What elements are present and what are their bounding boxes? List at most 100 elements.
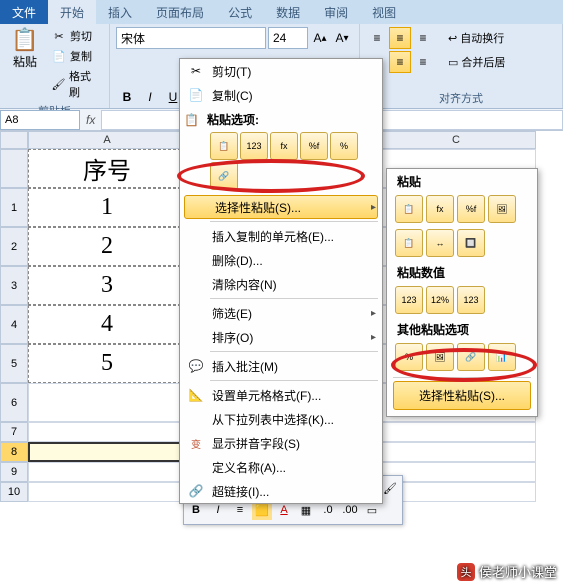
col-header-a[interactable]: A: [28, 131, 186, 149]
chevron-right-icon: ▸: [371, 202, 376, 213]
cell[interactable]: 序号: [28, 149, 186, 188]
cell-selected[interactable]: [28, 442, 186, 462]
cell[interactable]: [28, 482, 186, 502]
row-header[interactable]: 3: [0, 266, 28, 305]
copy-button[interactable]: 📄复制: [48, 47, 103, 65]
copy-icon: 📄: [184, 85, 208, 105]
font-name-select[interactable]: [116, 27, 266, 49]
tab-layout[interactable]: 页面布局: [144, 0, 216, 24]
paste-opt-all[interactable]: 📋: [210, 132, 238, 160]
sub-paste-values-num[interactable]: 12%: [426, 286, 454, 314]
row-header[interactable]: [0, 149, 28, 188]
select-all-corner[interactable]: [0, 131, 28, 149]
tab-data[interactable]: 数据: [264, 0, 312, 24]
row-header[interactable]: 7: [0, 422, 28, 442]
cell[interactable]: [376, 422, 536, 442]
sub-paste-values-src[interactable]: 123: [457, 286, 485, 314]
paste-opt-link[interactable]: 🔗: [210, 162, 238, 190]
cell[interactable]: 2: [28, 227, 186, 266]
sub-paste-formulas[interactable]: fx: [426, 195, 454, 223]
fx-icon[interactable]: fx: [80, 113, 101, 127]
watermark-logo-icon: 头: [457, 563, 475, 581]
tab-file[interactable]: 文件: [0, 0, 48, 24]
copy-icon: 📄: [51, 48, 67, 64]
ctx-pinyin[interactable]: 变显示拼音字段(S): [180, 431, 382, 455]
ctx-format-cells[interactable]: 📐设置单元格格式(F)...: [180, 383, 382, 407]
tab-home[interactable]: 开始: [48, 0, 96, 24]
merge-center-button[interactable]: ▭合并后居: [448, 51, 505, 73]
tab-view[interactable]: 视图: [360, 0, 408, 24]
cell[interactable]: [376, 442, 536, 462]
align-middle-button[interactable]: ≡: [389, 27, 411, 49]
row-header[interactable]: 8: [0, 442, 28, 462]
paste-opt-values[interactable]: 123: [240, 132, 268, 160]
cell[interactable]: [28, 462, 186, 482]
ctx-clear[interactable]: 清除内容(N): [180, 272, 382, 296]
ctx-define-name[interactable]: 定义名称(A)...: [180, 455, 382, 479]
chevron-right-icon: ▸: [371, 332, 376, 343]
row-header[interactable]: 9: [0, 462, 28, 482]
sub-paste-pic[interactable]: 🖼: [426, 343, 454, 371]
sub-paste-noborder[interactable]: 📋: [395, 229, 423, 257]
sub-paste-transpose[interactable]: 🔲: [457, 229, 485, 257]
wrap-icon: ↩: [448, 32, 457, 45]
align-right-button[interactable]: ≡: [412, 51, 434, 73]
tab-insert[interactable]: 插入: [96, 0, 144, 24]
decrease-font-button[interactable]: A▾: [332, 28, 352, 48]
paste-opt-formatting[interactable]: %: [330, 132, 358, 160]
cell[interactable]: 4: [28, 305, 186, 344]
ctx-insert-copied[interactable]: 插入复制的单元格(E)...: [180, 224, 382, 248]
cell[interactable]: 5: [28, 344, 186, 383]
sub-paste-special-item[interactable]: 选择性粘贴(S)...: [393, 381, 531, 410]
ctx-insert-comment[interactable]: 💬插入批注(M): [180, 354, 382, 378]
sub-paste-formulas-fmt[interactable]: %f: [457, 195, 485, 223]
ctx-hyperlink[interactable]: 🔗超链接(I)...: [180, 479, 382, 503]
context-menu: ✂剪切(T) 📄复制(C) 📋粘贴选项: 📋 123 fx %f % 🔗 选择性…: [179, 58, 383, 504]
align-top-button[interactable]: ≡: [366, 27, 388, 49]
col-header-c[interactable]: C: [376, 131, 536, 149]
cell[interactable]: 3: [28, 266, 186, 305]
increase-font-button[interactable]: A▴: [310, 28, 330, 48]
format-icon: 📐: [184, 385, 208, 405]
cell[interactable]: [28, 422, 186, 442]
font-size-select[interactable]: [268, 27, 308, 49]
sub-paste-all[interactable]: 📋: [395, 195, 423, 223]
sub-paste-colwidth[interactable]: ↔: [426, 229, 454, 257]
name-box[interactable]: [0, 110, 80, 130]
row-header[interactable]: 6: [0, 383, 28, 422]
ctx-delete[interactable]: 删除(D)...: [180, 248, 382, 272]
row-header[interactable]: 5: [0, 344, 28, 383]
cell[interactable]: [28, 383, 186, 422]
row-header[interactable]: 2: [0, 227, 28, 266]
sub-paste-values[interactable]: 123: [395, 286, 423, 314]
align-bottom-button[interactable]: ≡: [412, 27, 434, 49]
align-group-label: 对齐方式: [366, 88, 556, 108]
align-center-button[interactable]: ≡: [389, 51, 411, 73]
sub-paste-link[interactable]: 🔗: [457, 343, 485, 371]
sub-paste-keep-src[interactable]: 🖼: [488, 195, 516, 223]
row-header[interactable]: 10: [0, 482, 28, 502]
italic-button[interactable]: I: [139, 86, 161, 108]
ctx-filter[interactable]: 筛选(E)▸: [180, 301, 382, 325]
ctx-dropdown-select[interactable]: 从下拉列表中选择(K)...: [180, 407, 382, 431]
ctx-cut[interactable]: ✂剪切(T): [180, 59, 382, 83]
sub-paste-linked-pic[interactable]: 📊: [488, 343, 516, 371]
format-painter-button[interactable]: 🖌格式刷: [48, 67, 103, 101]
paste-opt-transpose[interactable]: %f: [300, 132, 328, 160]
wrap-text-button[interactable]: ↩自动换行: [448, 27, 504, 49]
ctx-copy[interactable]: 📄复制(C): [180, 83, 382, 107]
row-header[interactable]: 1: [0, 188, 28, 227]
sub-paste-fmt[interactable]: %: [395, 343, 423, 371]
bold-button[interactable]: B: [116, 86, 138, 108]
ctx-sort[interactable]: 排序(O)▸: [180, 325, 382, 349]
cell[interactable]: 1: [28, 188, 186, 227]
mini-brush[interactable]: 🖌: [380, 478, 400, 498]
paste-button[interactable]: 📋 粘贴: [6, 27, 44, 101]
cut-button[interactable]: ✂剪切: [48, 27, 103, 45]
sub-values-header: 粘贴数值: [387, 260, 537, 283]
tab-formula[interactable]: 公式: [216, 0, 264, 24]
ctx-paste-special[interactable]: 选择性粘贴(S)...▸: [184, 195, 378, 219]
paste-opt-formulas[interactable]: fx: [270, 132, 298, 160]
tab-review[interactable]: 审阅: [312, 0, 360, 24]
row-header[interactable]: 4: [0, 305, 28, 344]
